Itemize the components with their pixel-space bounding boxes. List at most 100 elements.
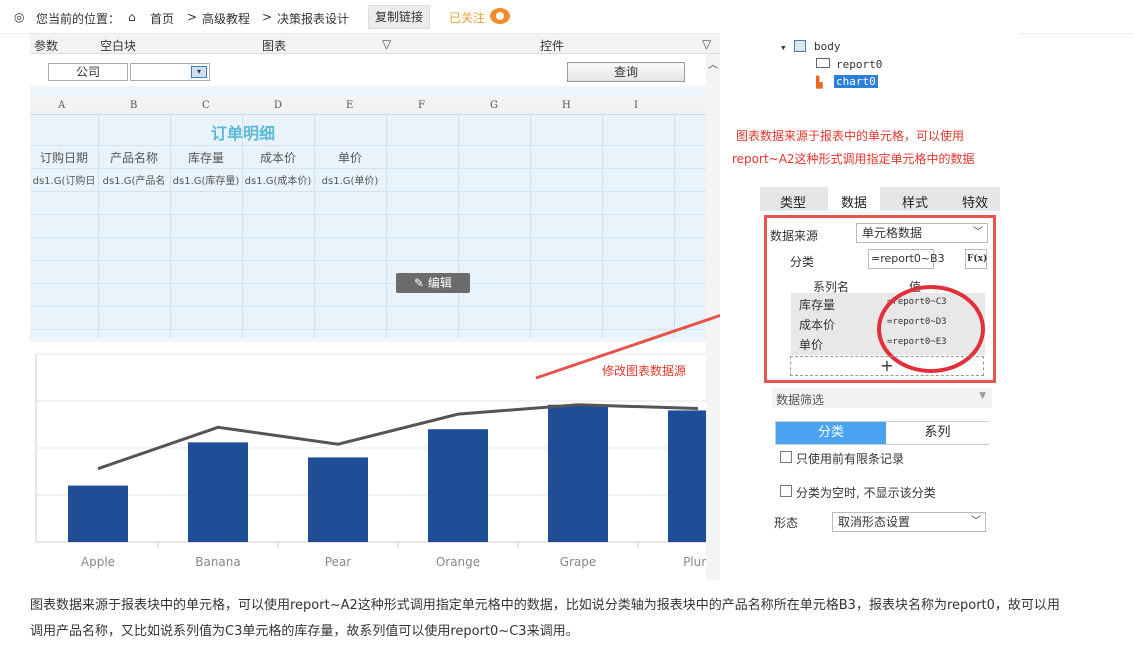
col-header[interactable]: H: [562, 100, 571, 111]
data-cell[interactable]: ds1.G(成本价): [242, 172, 314, 190]
subtab-category[interactable]: 分类: [776, 422, 886, 444]
home-icon[interactable]: ⌂: [128, 10, 136, 24]
filter-label: 数据筛选: [776, 393, 825, 407]
edit-label: 编辑: [427, 276, 452, 290]
description-line1: 图表数据来源于报表块中的单元格，可以使用report~A2这种形式调用指定单元格…: [30, 598, 1060, 613]
col-header[interactable]: D: [274, 100, 282, 111]
tree-toggle-icon[interactable]: ▾: [780, 41, 787, 54]
breadcrumb-home[interactable]: 首页: [150, 10, 174, 27]
tree-body[interactable]: body: [814, 40, 841, 53]
chevron-down-icon[interactable]: ▼: [979, 391, 986, 401]
header-cell[interactable]: 成本价: [242, 149, 314, 166]
col-header[interactable]: I: [634, 100, 638, 111]
form-label: 形态: [774, 516, 799, 530]
chevron-up-icon[interactable]: ︿: [708, 56, 718, 71]
bar: [668, 410, 720, 542]
location-label: 您当前的位置：: [36, 12, 121, 26]
col-header[interactable]: F: [418, 100, 425, 111]
tree-report[interactable]: report0: [836, 58, 882, 71]
tree-chart[interactable]: chart0: [834, 75, 878, 88]
follow-status[interactable]: 已关注: [449, 9, 485, 26]
tab-params[interactable]: 参数: [34, 37, 58, 54]
property-tabs: 类型 数据 样式 特效: [760, 187, 1000, 211]
subtab-series[interactable]: 系列: [886, 422, 989, 444]
tab-data[interactable]: 数据: [828, 187, 880, 211]
form-select[interactable]: 取消形态设置 ﹀: [832, 512, 986, 532]
breadcrumb-level2[interactable]: 决策报表设计: [277, 10, 349, 27]
add-series-button[interactable]: +: [790, 356, 984, 376]
x-tick-label: Apple: [81, 555, 115, 569]
bar: [188, 442, 248, 542]
chevron-down-icon[interactable]: ﹀: [973, 224, 983, 242]
company-label: 公司: [48, 63, 128, 81]
tab-chart[interactable]: 图表: [262, 37, 286, 54]
series-name[interactable]: 成本价: [799, 316, 835, 333]
series-name[interactable]: 单价: [799, 336, 823, 353]
col-header[interactable]: A: [58, 100, 65, 111]
edit-icon: ✎: [414, 276, 428, 290]
hide-empty-label: 分类为空时, 不显示该分类: [796, 486, 936, 500]
bar: [68, 485, 128, 542]
breadcrumb-sep: >: [187, 10, 198, 24]
header-cell[interactable]: 库存量: [170, 149, 242, 166]
data-cell[interactable]: ds1.G(库存量): [170, 172, 242, 190]
breadcrumb-level1[interactable]: 高级教程: [202, 10, 250, 27]
col-header[interactable]: B: [130, 100, 137, 111]
top-n-checkbox[interactable]: [780, 451, 792, 463]
modify-source-note: 修改图表数据源: [602, 364, 687, 378]
col-header[interactable]: C: [202, 100, 210, 111]
tab-type[interactable]: 类型: [780, 192, 806, 211]
eye-icon[interactable]: [490, 8, 510, 24]
x-tick-label: Pear: [325, 555, 352, 569]
data-filter-header[interactable]: 数据筛选 ▼: [772, 388, 992, 408]
header-cell[interactable]: 订购日期: [30, 149, 98, 166]
x-tick-label: Orange: [436, 555, 480, 569]
report-icon: [816, 58, 830, 68]
hide-empty-checkbox[interactable]: [780, 485, 792, 497]
body-icon: [794, 40, 806, 52]
property-panel: ▾ body report0 ▙ chart0 图表数据来源于报表中的单元格，可…: [720, 0, 1018, 580]
bar: [548, 404, 608, 542]
header-cell[interactable]: 单价: [314, 149, 386, 166]
data-source-label: 数据来源: [770, 229, 819, 243]
col-header[interactable]: E: [346, 100, 353, 111]
tab-effect[interactable]: 特效: [962, 192, 988, 211]
x-tick-label: Plum: [683, 555, 706, 569]
top-n-label: 只使用前有限条记录: [796, 452, 905, 466]
column-header-row: A B C D E F G H I: [30, 98, 706, 115]
edit-button[interactable]: ✎ 编辑: [396, 273, 470, 293]
col-header[interactable]: G: [490, 100, 498, 111]
data-source-select[interactable]: 单元格数据 ﹀: [856, 223, 988, 243]
chart-icon: ▙: [816, 76, 823, 89]
location-icon: ◎: [14, 10, 25, 24]
company-input[interactable]: ▾: [130, 63, 210, 81]
data-cell[interactable]: ds1.G(单价): [314, 172, 386, 190]
widget-tree: ▾ body report0 ▙ chart0: [748, 0, 1018, 100]
form-value: 取消形态设置: [838, 515, 911, 529]
filter-subtabs: 分类 系列: [775, 421, 989, 445]
copy-link-button[interactable]: 复制链接: [368, 5, 430, 29]
note-line2: report~A2这种形式调用指定单元格中的数据: [732, 152, 975, 166]
category-input[interactable]: =report0~B3: [868, 249, 945, 269]
tab-control[interactable]: 控件: [540, 37, 564, 54]
chevron-down-icon[interactable]: ﹀: [971, 513, 981, 531]
header-cell[interactable]: 产品名称: [98, 149, 170, 166]
data-source-value: 单元格数据: [862, 226, 923, 240]
breadcrumb-sep: >: [262, 10, 273, 24]
report-title: 订单明细: [210, 124, 275, 143]
chevron-down-icon[interactable]: ▽: [382, 37, 392, 51]
x-tick-label: Banana: [195, 555, 241, 569]
x-tick-label: Grape: [560, 555, 597, 569]
data-cell[interactable]: ds1.G(产品名称): [98, 172, 170, 190]
dropdown-icon[interactable]: ▾: [191, 66, 207, 78]
tab-style[interactable]: 样式: [902, 192, 928, 211]
block-tabs: 参数 空白块 图表 ▽ 控件 ▽: [30, 34, 720, 54]
formula-button[interactable]: F(x): [965, 249, 987, 269]
tab-blank[interactable]: 空白块: [100, 37, 136, 54]
query-button[interactable]: 查询: [567, 62, 685, 82]
chevron-down-icon[interactable]: ▽: [702, 37, 712, 51]
category-label: 分类: [790, 255, 815, 269]
data-config-box: 数据来源 单元格数据 ﹀ 分类 =report0~B3 F(x) 系列名 值 库…: [764, 215, 996, 383]
data-cell[interactable]: ds1.G(订购日期): [30, 172, 98, 190]
series-name[interactable]: 库存量: [799, 296, 835, 313]
